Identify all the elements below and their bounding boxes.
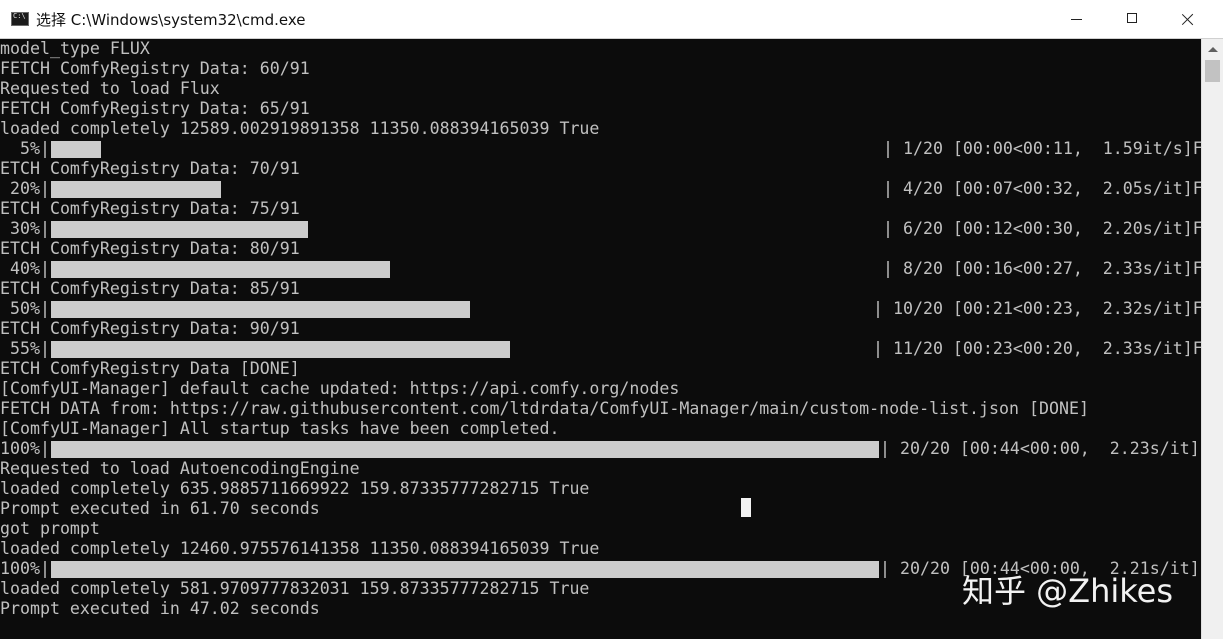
console-line: ETCH ComfyRegistry Data [DONE] xyxy=(0,359,300,378)
progress-bar-fill xyxy=(51,301,470,318)
scroll-thumb[interactable] xyxy=(1205,60,1220,82)
progress-bar-fill xyxy=(51,141,101,158)
progress-bar-fill xyxy=(51,221,308,238)
minimize-icon xyxy=(1071,19,1082,20)
progress-stats: | 6/20 [00:12<00:30, 2.20s/it]F xyxy=(883,219,1201,238)
console-line: FETCH DATA from: https://raw.githubuserc… xyxy=(0,399,1089,418)
console-line: loaded completely 12460.975576141358 113… xyxy=(0,539,600,558)
progress-percent: 55%| xyxy=(0,339,50,358)
progress-percent: 100%| xyxy=(0,439,50,458)
progress-percent: 40%| xyxy=(0,259,50,278)
progress-percent: 100%| xyxy=(0,559,50,578)
console-line: FETCH ComfyRegistry Data: 60/91 xyxy=(0,59,310,78)
progress-line: 5%| | 1/20 [00:00<00:11, 1.59it/s]F xyxy=(0,139,1201,159)
console-line: Prompt executed in 61.70 seconds xyxy=(0,499,320,518)
progress-bar-fill xyxy=(51,181,221,198)
progress-bar-fill xyxy=(51,341,510,358)
console-line: ETCH ComfyRegistry Data: 90/91 xyxy=(0,319,300,338)
console-line: loaded completely 12589.002919891358 113… xyxy=(0,119,600,138)
progress-stats: | 11/20 [00:23<00:20, 2.33s/it]F xyxy=(873,339,1201,358)
progress-percent: 20%| xyxy=(0,179,50,198)
progress-line: 20%| | 4/20 [00:07<00:32, 2.05s/it]F xyxy=(0,179,1201,199)
progress-stats: | 1/20 [00:00<00:11, 1.59it/s]F xyxy=(883,139,1201,158)
progress-stats: | 8/20 [00:16<00:27, 2.33s/it]F xyxy=(883,259,1201,278)
progress-line: 40%| | 8/20 [00:16<00:27, 2.33s/it]F xyxy=(0,259,1201,279)
console-line: got prompt xyxy=(0,519,100,538)
minimize-button[interactable] xyxy=(1049,0,1105,38)
close-icon xyxy=(1182,13,1194,25)
console-line: [ComfyUI-Manager] All startup tasks have… xyxy=(0,419,560,438)
progress-percent: 5%| xyxy=(0,139,50,158)
progress-percent: 30%| xyxy=(0,219,50,238)
maximize-button[interactable] xyxy=(1105,0,1161,38)
cmd-app-icon[interactable] xyxy=(11,12,29,26)
console-line: ETCH ComfyRegistry Data: 70/91 xyxy=(0,159,300,178)
console-line: Requested to load Flux xyxy=(0,79,220,98)
progress-bar-fill xyxy=(51,561,879,578)
progress-line: 50%| | 10/20 [00:21<00:23, 2.32s/it]F xyxy=(0,299,1201,319)
console-line: [ComfyUI-Manager] default cache updated:… xyxy=(0,379,680,398)
console-line: ETCH ComfyRegistry Data: 85/91 xyxy=(0,279,300,298)
console-line: FETCH ComfyRegistry Data: 65/91 xyxy=(0,99,310,118)
console-line: ETCH ComfyRegistry Data: 75/91 xyxy=(0,199,300,218)
vertical-scrollbar[interactable] xyxy=(1201,39,1223,639)
progress-percent: 50%| xyxy=(0,299,50,318)
progress-bar-fill xyxy=(51,441,879,458)
close-button[interactable] xyxy=(1161,0,1217,38)
progress-line: 55%| | 11/20 [00:23<00:20, 2.33s/it]F xyxy=(0,339,1201,359)
progress-stats: | 10/20 [00:21<00:23, 2.32s/it]F xyxy=(873,299,1201,318)
console-line: Requested to load AutoencodingEngine xyxy=(0,459,360,478)
progress-stats: | 4/20 [00:07<00:32, 2.05s/it]F xyxy=(883,179,1201,198)
progress-line: 30%| | 6/20 [00:12<00:30, 2.20s/it]F xyxy=(0,219,1201,239)
console-line: loaded completely 635.9885711669922 159.… xyxy=(0,479,590,498)
watermark: 知乎 @Zhikes xyxy=(962,572,1174,610)
console-line: model_type FLUX xyxy=(0,39,150,58)
title-bar[interactable]: 选择 C:\Windows\system32\cmd.exe xyxy=(0,0,1223,39)
progress-bar-fill xyxy=(51,261,390,278)
cmd-window: 选择 C:\Windows\system32\cmd.exe model_typ… xyxy=(0,0,1223,639)
scroll-up-arrow-icon[interactable] xyxy=(1202,39,1223,59)
text-cursor xyxy=(741,498,751,517)
progress-line: 100%| | 20/20 [00:44<00:00, 2.23s/it] xyxy=(0,439,1201,459)
console-output[interactable]: model_type FLUX FETCH ComfyRegistry Data:… xyxy=(0,39,1201,639)
console-line: ETCH ComfyRegistry Data: 80/91 xyxy=(0,239,300,258)
progress-stats: | 20/20 [00:44<00:00, 2.23s/it] xyxy=(880,439,1200,458)
window-title: 选择 C:\Windows\system32\cmd.exe xyxy=(36,11,306,29)
maximize-icon xyxy=(1127,13,1137,23)
